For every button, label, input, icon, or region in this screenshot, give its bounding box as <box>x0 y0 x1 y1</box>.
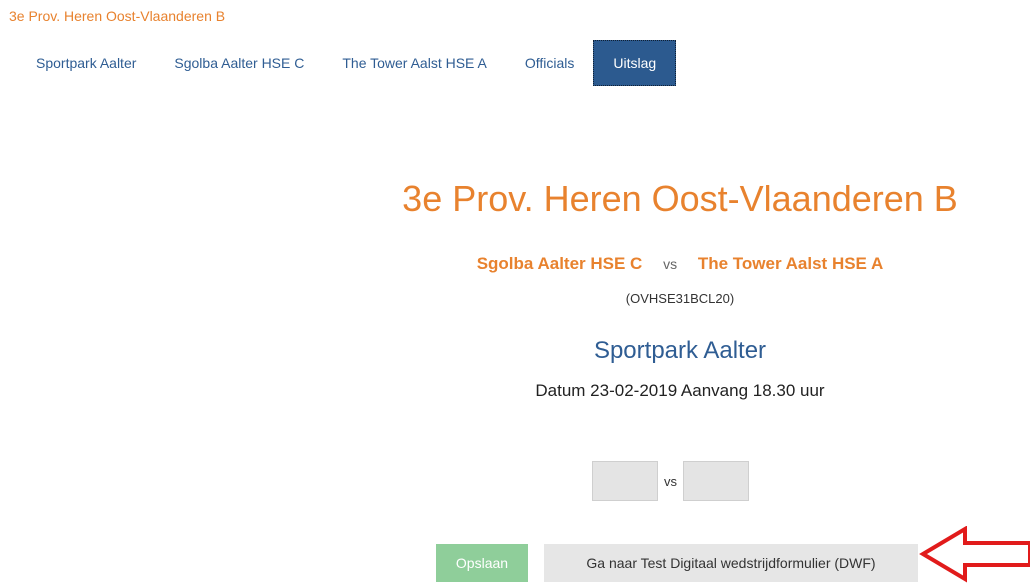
arrow-left-icon <box>919 526 1030 583</box>
home-score-input[interactable] <box>592 461 658 501</box>
dwf-button[interactable]: Ga naar Test Digitaal wedstrijdformulier… <box>544 544 918 582</box>
versus-label: vs <box>663 256 678 272</box>
page-title: 3e Prov. Heren Oost-Vlaanderen B <box>402 178 958 219</box>
tab-venue[interactable]: Sportpark Aalter <box>17 40 155 86</box>
home-team-name: Sgolba Aalter HSE C <box>476 254 643 273</box>
save-button[interactable]: Opslaan <box>436 544 528 582</box>
tab-home-team[interactable]: Sgolba Aalter HSE C <box>155 40 323 86</box>
tab-result[interactable]: Uitslag <box>593 40 677 86</box>
tab-away-team[interactable]: The Tower Aalst HSE A <box>323 40 505 86</box>
score-vs-label: vs <box>664 473 677 489</box>
tab-officials[interactable]: Officials <box>506 40 594 86</box>
match-code: (OVHSE31BCL20) <box>625 291 735 306</box>
match-datetime: Datum 23-02-2019 Aanvang 18.30 uur <box>535 381 825 400</box>
venue-name: Sportpark Aalter <box>593 337 767 364</box>
score-entry: vs <box>592 461 749 501</box>
breadcrumb[interactable]: 3e Prov. Heren Oost-Vlaanderen B <box>9 8 225 24</box>
teams-line: Sgolba Aalter HSE C vs The Tower Aalst H… <box>350 254 1010 274</box>
away-team-name: The Tower Aalst HSE A <box>697 254 884 273</box>
away-score-input[interactable] <box>683 461 749 501</box>
tab-bar: Sportpark Aalter Sgolba Aalter HSE C The… <box>17 40 677 86</box>
